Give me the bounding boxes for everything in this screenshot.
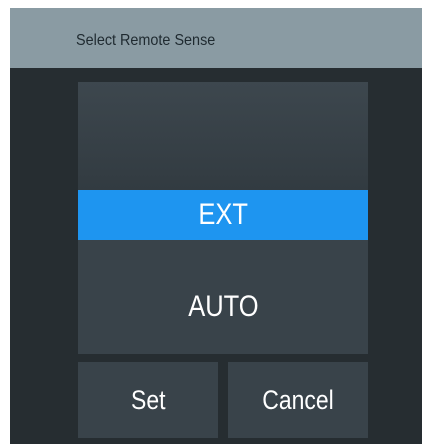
options-list-empty-area — [78, 82, 368, 190]
set-button-label: Set — [130, 385, 166, 415]
option-auto[interactable]: AUTO — [78, 284, 368, 330]
option-auto-label: AUTO — [187, 290, 259, 323]
option-ext[interactable]: EXT — [78, 190, 368, 240]
select-remote-sense-dialog: Select Remote Sense EXT AUTO Set Cancel — [10, 8, 422, 444]
option-ext-label: EXT — [198, 198, 248, 231]
cancel-button[interactable]: Cancel — [228, 362, 368, 438]
dialog-title: Select Remote Sense — [76, 32, 216, 49]
dialog-title-bar: Select Remote Sense — [10, 8, 422, 68]
cancel-button-label: Cancel — [262, 385, 334, 415]
set-button[interactable]: Set — [78, 362, 218, 438]
